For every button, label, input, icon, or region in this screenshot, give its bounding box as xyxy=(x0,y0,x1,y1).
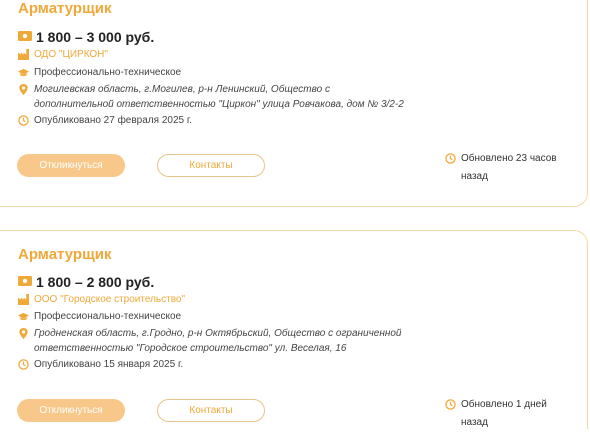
factory-icon xyxy=(18,294,29,305)
graduation-cap-icon xyxy=(18,67,29,78)
clock-icon xyxy=(445,153,456,164)
updated-info: Обновлено 23 часов назад xyxy=(445,150,561,186)
address-row: Гродненская область, г.Гродно, р-н Октяб… xyxy=(18,326,404,356)
salary: 1 800 – 2 800 руб. xyxy=(36,274,155,290)
published-row: Опубликовано 27 февраля 2025 г. xyxy=(18,113,192,128)
updated-info: Обновлено 1 дней назад xyxy=(445,396,561,432)
vacancy-title[interactable]: Арматурщик xyxy=(18,0,111,17)
salary-row: 1 800 – 3 000 руб. xyxy=(18,28,154,46)
vacancy-card: Арматурщик 1 800 – 3 000 руб. ОДО "ЦИРКО… xyxy=(0,0,590,207)
salary: 1 800 – 3 000 руб. xyxy=(36,29,155,45)
graduation-cap-icon xyxy=(18,311,29,322)
company-link[interactable]: ООО "Городское строительство" xyxy=(34,292,185,307)
education: Профессионально-техническое xyxy=(34,311,182,322)
address-row: Могилевская область, г.Могилев, р-н Лени… xyxy=(18,82,404,112)
location-pin-icon xyxy=(18,84,29,95)
company-row: ООО "Городское строительство" xyxy=(18,292,185,307)
clock-icon xyxy=(18,115,29,126)
respond-button[interactable]: Откликнуться xyxy=(17,154,125,177)
clock-icon xyxy=(18,359,29,370)
education-row: Профессионально-техническое xyxy=(18,65,181,80)
contacts-button[interactable]: Контакты xyxy=(157,154,265,177)
money-icon xyxy=(18,273,32,291)
vacancy-card: Арматурщик 1 800 – 2 800 руб. ООО "Город… xyxy=(0,230,590,429)
money-icon xyxy=(18,28,32,46)
published-date: Опубликовано 27 февраля 2025 г. xyxy=(34,115,193,126)
clock-icon xyxy=(445,399,456,410)
vacancy-title[interactable]: Арматурщик xyxy=(18,246,111,263)
location-pin-icon xyxy=(18,328,29,339)
factory-icon xyxy=(18,49,29,60)
updated-time: Обновлено 23 часов назад xyxy=(461,153,557,182)
education-row: Профессионально-техническое xyxy=(18,309,181,324)
education: Профессионально-техническое xyxy=(34,67,182,78)
respond-button[interactable]: Откликнуться xyxy=(17,399,125,422)
contacts-button[interactable]: Контакты xyxy=(157,399,265,422)
updated-time: Обновлено 1 дней назад xyxy=(461,399,547,428)
published-date: Опубликовано 15 января 2025 г. xyxy=(34,359,184,370)
published-row: Опубликовано 15 января 2025 г. xyxy=(18,357,183,372)
address: Могилевская область, г.Могилев, р-н Лени… xyxy=(34,84,404,110)
company-link[interactable]: ОДО "ЦИРКОН" xyxy=(34,47,108,62)
salary-row: 1 800 – 2 800 руб. xyxy=(18,273,154,291)
company-row: ОДО "ЦИРКОН" xyxy=(18,47,108,62)
address: Гродненская область, г.Гродно, р-н Октяб… xyxy=(34,328,402,354)
